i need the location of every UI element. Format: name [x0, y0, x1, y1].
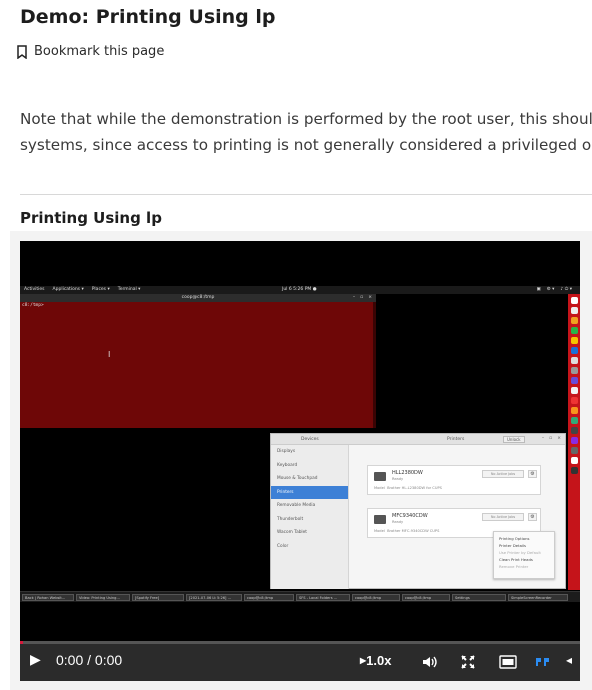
note-paragraph: Note that while the demonstration is per…: [20, 106, 592, 158]
printer-jobs-button: No Active Jobs: [482, 470, 524, 478]
section-heading: Printing Using lp: [20, 209, 162, 227]
terminal-window: coop@c8:/tmp – ▫ × c8:/tmp> I: [20, 294, 376, 428]
taskbar-item: SFS - Local Folders ...: [296, 594, 350, 601]
printer-model: Model Brother HL-L2380DW for CUPS: [374, 486, 442, 490]
printer-name: HLL2380DW: [392, 470, 423, 476]
printer-model-value: Brother HL-L2380DW for CUPS: [387, 486, 442, 490]
terminal-titlebar: coop@c8:/tmp – ▫ ×: [20, 294, 376, 302]
settings-item: Keyboard: [277, 462, 298, 468]
taskbar-item: Back | Rohan Websit...: [22, 594, 74, 601]
printer-status: Ready: [392, 477, 404, 481]
printer-model-label: Model: [374, 529, 385, 533]
terminal-menu-label: Terminal ▾: [117, 287, 141, 292]
printers-panel: HLL2380DW Ready Model Brother HL-L2380DW…: [349, 445, 565, 588]
bookmark-icon: [17, 44, 27, 59]
taskbar-item: coop@c8:/tmp: [244, 594, 294, 601]
terminal-title: coop@c8:/tmp: [181, 295, 215, 300]
printer-card: HLL2380DW Ready Model Brother HL-L2380DW…: [367, 465, 541, 495]
context-menu-item: Clean Print Heads: [499, 557, 533, 562]
context-menu-item: Use Printer by Default: [499, 550, 541, 555]
page-title: Demo: Printing Using lp: [20, 6, 276, 28]
printer-icon: [374, 515, 386, 524]
context-menu-item: Printer Details: [499, 543, 527, 548]
printer-jobs-button: No Active Jobs: [482, 513, 524, 521]
settings-window: Devices Printers Unlock – ▫ × Displays Key…: [270, 433, 566, 589]
note-line-2: systems, since access to printing is not…: [20, 136, 592, 154]
taskbar-item: coop@c8:/tmp: [352, 594, 400, 601]
gear-icon: ⚙: [528, 470, 537, 478]
desktop-taskbar: Back | Rohan Websit... Video: Printing U…: [20, 591, 580, 602]
settings-left-title: Devices: [301, 437, 319, 442]
context-menu-item: Printing Options: [499, 536, 530, 541]
taskbar-item: [2021-07-06 Lt 5:26] ...: [186, 594, 242, 601]
taskbar-item: [Spotify Free]: [132, 594, 184, 601]
terminal-prompt: c8:/tmp>: [22, 303, 44, 308]
taskbar-item: SimpleScreenRecorder: [508, 594, 568, 601]
settings-item-active: Printers: [271, 485, 348, 499]
context-menu-item: Remove Printer: [499, 564, 529, 569]
fullscreen-icon[interactable]: [458, 653, 478, 671]
divider: [20, 194, 592, 195]
printer-name: MFC9340CDW: [392, 513, 428, 519]
play-icon[interactable]: ▶: [30, 652, 41, 668]
settings-header: Devices Printers Unlock – ▫ ×: [271, 434, 565, 445]
transcript-icon[interactable]: [497, 653, 519, 671]
printer-model-label: Model: [374, 486, 385, 490]
printer-status: Ready: [392, 520, 404, 524]
printer-icon: [374, 472, 386, 481]
app-dock: [568, 294, 580, 590]
printer-context-menu: Printing Options Printer Details Use Pri…: [493, 531, 555, 579]
chevron-left-icon[interactable]: ◂: [566, 653, 572, 667]
bookmark-label: Bookmark this page: [34, 44, 165, 59]
printer-model-value: Brother MFC-9340CDW CUPS: [387, 529, 440, 533]
taskbar-item: Video: Printing Using...: [76, 594, 130, 601]
volume-icon[interactable]: [420, 653, 440, 671]
applications-label: Applications ▾: [52, 287, 84, 292]
settings-window-controls: – ▫ ×: [541, 436, 561, 441]
settings-item: Mouse & Touchpad: [277, 476, 318, 481]
settings-item: Removable Media: [277, 503, 316, 508]
terminal-scrollbar: [373, 302, 376, 428]
desktop-topbar: Activities Applications ▾ Places ▾ Termi…: [20, 286, 580, 294]
window-controls: – ▫ ×: [352, 295, 372, 300]
activities-label: Activities: [24, 287, 45, 292]
taskbar-item: coop@c8:/tmp: [402, 594, 450, 601]
settings-center-title: Printers: [447, 437, 465, 442]
desktop-clock: Jul 6 5:26 PM ●: [282, 287, 317, 292]
unlock-button: Unlock: [503, 436, 525, 443]
note-line-1: Note that while the demonstration is per…: [20, 110, 592, 128]
settings-item: Thunderbolt: [277, 516, 304, 522]
text-cursor-icon: I: [108, 350, 111, 359]
speed-value: 1.0x: [366, 653, 392, 668]
settings-item: Color: [277, 543, 289, 549]
bookmark-button[interactable]: Bookmark this page: [16, 44, 164, 59]
places-label: Places ▾: [91, 287, 110, 292]
player-controls: ▶ 0:00 / 0:00 ▶1.0x ◂: [20, 641, 580, 681]
progress-fill: [20, 641, 23, 644]
video-player[interactable]: Activities Applications ▾ Places ▾ Termi…: [20, 241, 580, 681]
progress-bar[interactable]: [20, 641, 580, 644]
printer-model: Model Brother MFC-9340CDW CUPS: [374, 529, 439, 533]
speed-button[interactable]: ▶1.0x: [360, 653, 391, 668]
gear-icon: ⚙: [528, 513, 537, 521]
taskbar-item: Settings: [452, 594, 506, 601]
captions-icon[interactable]: [533, 653, 553, 671]
settings-item: Wacom Tablet: [277, 530, 307, 535]
time-display: 0:00 / 0:00: [56, 652, 123, 668]
system-tray: ▣ ⚙ ▾ ♪ ⏻ ▾: [536, 287, 572, 292]
video-frame: Activities Applications ▾ Places ▾ Termi…: [20, 286, 580, 602]
settings-item: Displays: [277, 449, 296, 454]
settings-sidebar: Displays Keyboard Mouse & Touchpad Print…: [271, 445, 349, 589]
